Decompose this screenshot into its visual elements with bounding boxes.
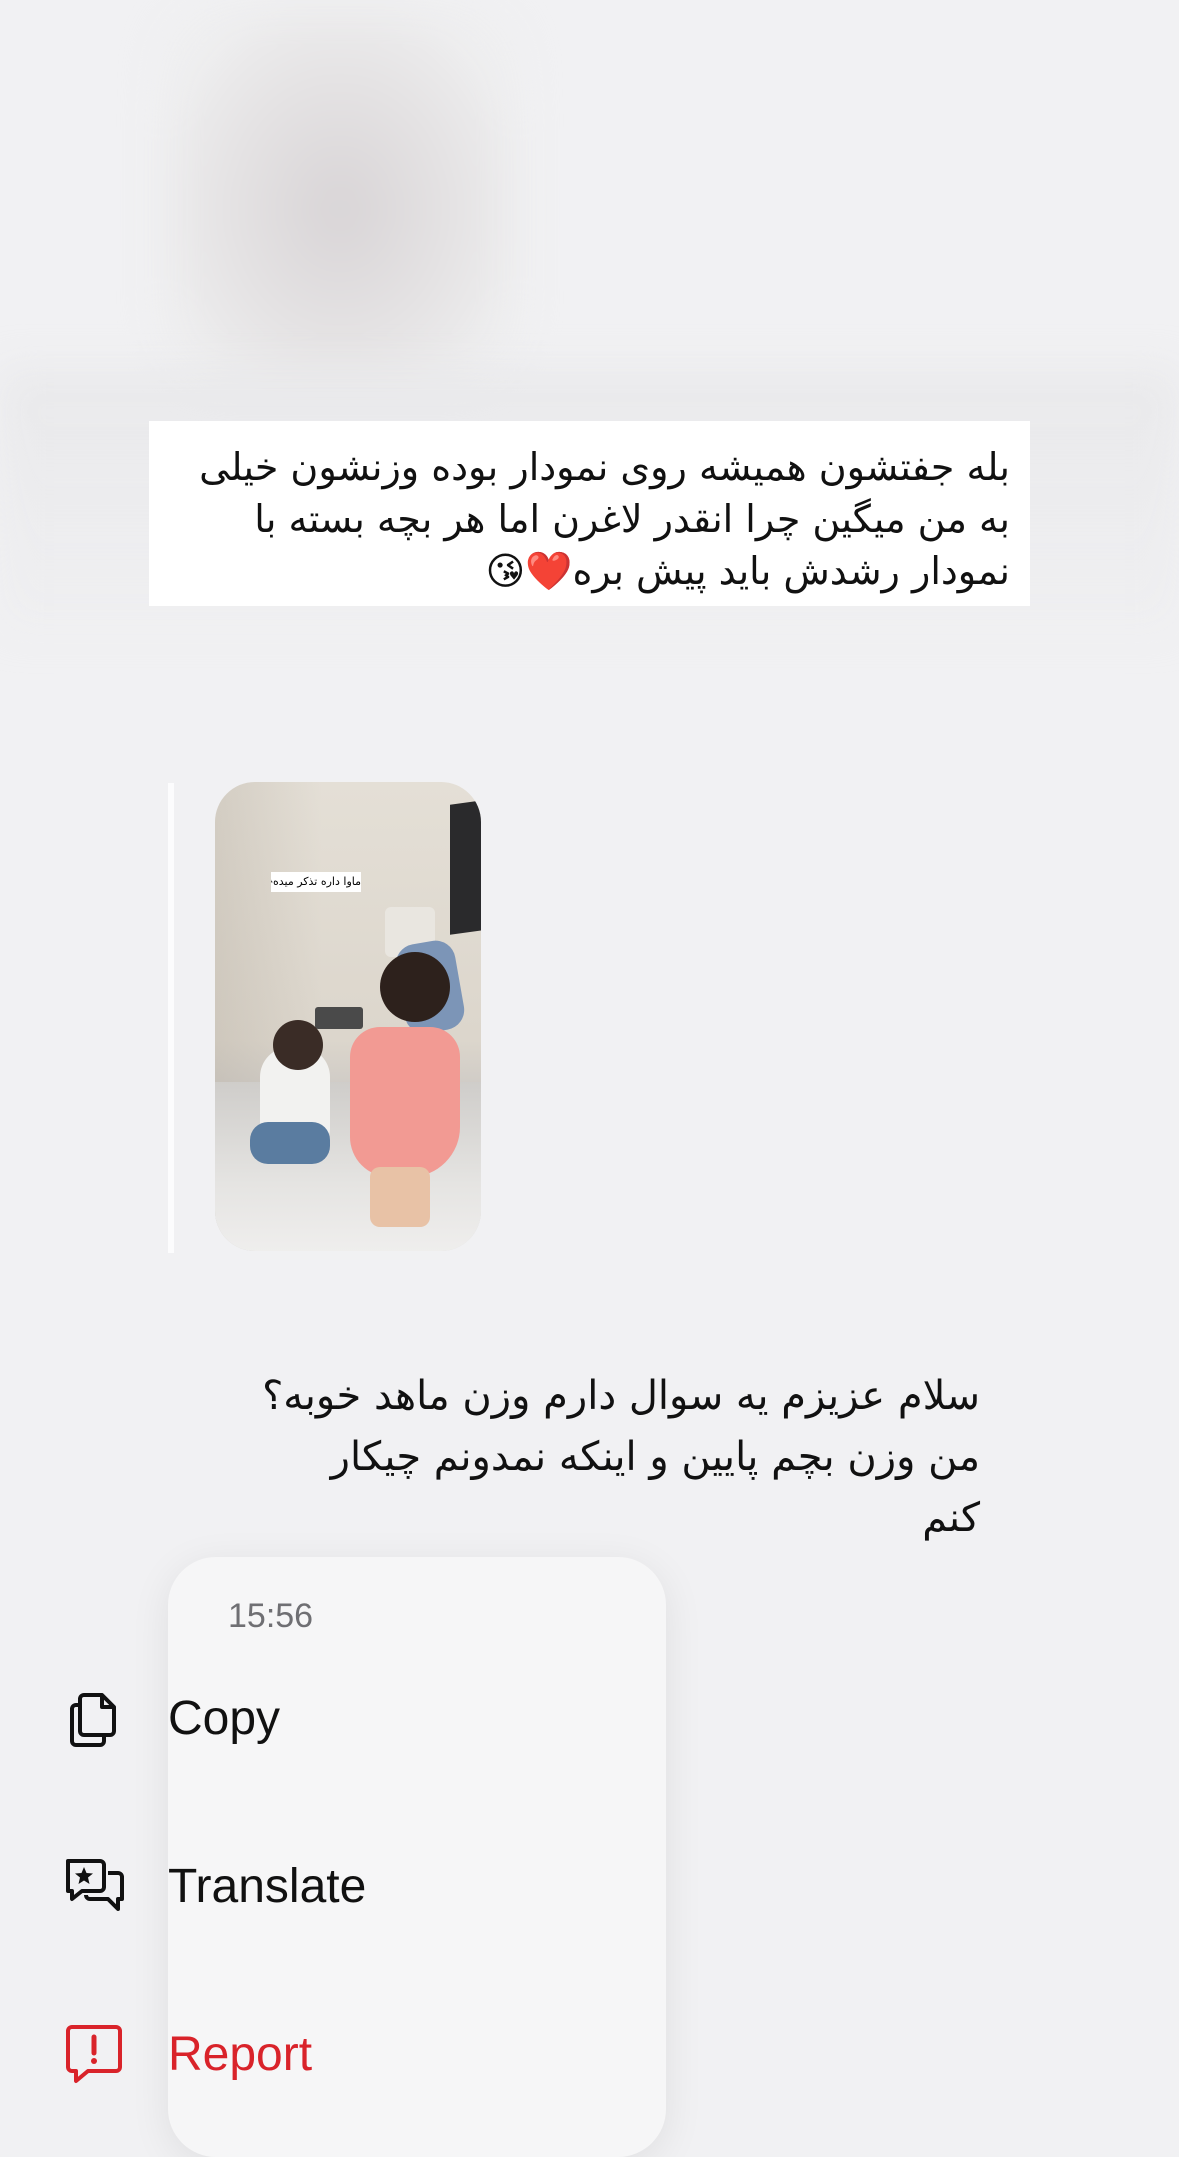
video-child-boy-head xyxy=(273,1020,323,1070)
blurred-background-image xyxy=(160,0,520,380)
report-icon xyxy=(62,2021,126,2085)
quoted-message-text: بله جفتشون همیشه روی نمودار بوده وزنشون … xyxy=(199,445,1010,593)
menu-item-report-label: Report xyxy=(168,2028,313,2081)
video-caption-sticker: ماوا داره تذکر میده😂 xyxy=(271,872,361,892)
selected-message-text: سلام عزیزم یه سوال دارم وزن ماهد خوبه؟ م… xyxy=(262,1373,980,1541)
menu-item-copy[interactable]: Copy xyxy=(0,1667,498,1767)
message-timestamp: 15:56 xyxy=(228,1597,314,1635)
video-tv xyxy=(450,799,481,935)
video-message-thumbnail[interactable]: ماوا داره تذکر میده😂 xyxy=(215,782,481,1251)
menu-item-translate[interactable]: Translate xyxy=(0,1835,498,1935)
video-child-girl-legs xyxy=(370,1167,430,1227)
selected-message: سلام عزیزم یه سوال دارم وزن ماهد خوبه؟ م… xyxy=(200,1305,980,1549)
menu-item-translate-label: Translate xyxy=(168,1860,367,1913)
menu-item-report[interactable]: Report xyxy=(0,2003,498,2103)
menu-item-copy-label: Copy xyxy=(168,1692,281,1745)
video-child-boy-legs xyxy=(250,1122,330,1164)
video-child-girl-dress xyxy=(350,1027,460,1177)
video-child-girl-head xyxy=(380,952,450,1022)
reply-divider xyxy=(168,783,174,1253)
translate-icon xyxy=(62,1853,126,1917)
quoted-message: بله جفتشون همیشه روی نمودار بوده وزنشون … xyxy=(149,421,1030,606)
video-outlet xyxy=(315,1007,363,1029)
copy-icon xyxy=(62,1685,126,1749)
